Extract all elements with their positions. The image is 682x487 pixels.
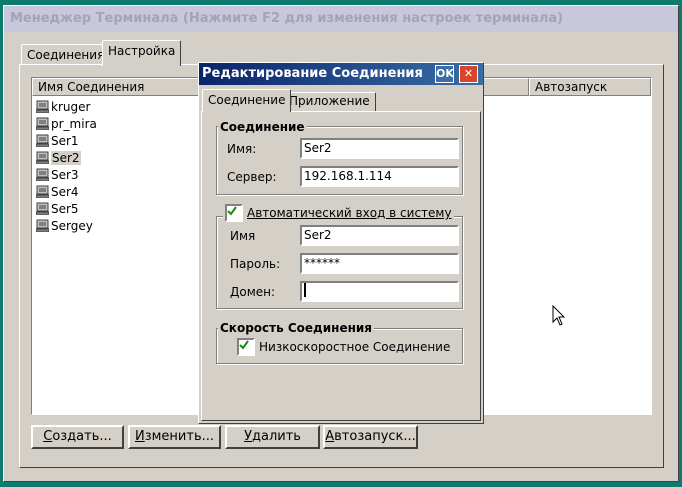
edit-connection-dialog: Редактирование Соединения OK ✕ Соединени… xyxy=(198,62,484,424)
list-item[interactable]: Ser5 xyxy=(35,201,196,218)
computer-icon xyxy=(35,134,50,148)
create-accel: С xyxy=(43,429,53,444)
list-item-label: Sergey xyxy=(51,219,93,233)
mouse-cursor-icon xyxy=(552,305,566,326)
connection-group-title: Соединение xyxy=(218,120,307,134)
tab-settings[interactable]: Настройка xyxy=(102,40,182,66)
list-item[interactable]: Ser1 xyxy=(35,133,196,150)
ok-button[interactable]: OK xyxy=(435,65,454,83)
domain-label: Домен: xyxy=(230,285,276,299)
low-speed-checkbox-row[interactable]: Низкоскоростное Соединение xyxy=(237,338,451,356)
tab-connection[interactable]: Соединение xyxy=(202,89,292,112)
window-title: Менеджер Терминала (Нажмите F2 для измен… xyxy=(4,6,678,32)
server-label: Сервер: xyxy=(227,170,277,184)
tab-label: Настройка xyxy=(108,44,176,58)
autostart-button[interactable]: Автозапуск... xyxy=(323,425,418,449)
tab-application[interactable]: Приложение xyxy=(283,92,376,111)
delete-label: далить xyxy=(251,429,301,444)
edit-button[interactable]: Изменить... xyxy=(128,425,221,449)
domain-input[interactable] xyxy=(300,281,459,302)
create-button[interactable]: Создать... xyxy=(31,425,124,449)
computer-icon xyxy=(35,219,50,233)
low-speed-checkbox-label: Низкоскоростное Соединение xyxy=(259,340,451,354)
password-input[interactable]: ****** xyxy=(300,253,459,274)
list-item-label: Ser3 xyxy=(51,168,79,182)
user-input[interactable]: Ser2 xyxy=(300,225,459,246)
edit-label: зменить... xyxy=(144,429,215,444)
tab-connections[interactable]: Соединения xyxy=(21,44,111,65)
list-item-label: Ser1 xyxy=(51,134,79,148)
list-item-selected[interactable]: Ser2 xyxy=(35,150,196,167)
name-input[interactable]: Ser2 xyxy=(300,138,459,159)
delete-accel: У xyxy=(244,429,252,444)
tab-label: Соединения xyxy=(27,48,105,62)
tab-label: Приложение xyxy=(289,94,370,108)
computer-icon xyxy=(35,151,50,165)
edit-accel: И xyxy=(134,429,145,444)
list-item-label: kruger xyxy=(51,100,91,114)
computer-icon xyxy=(35,168,50,182)
list-item[interactable]: Ser3 xyxy=(35,167,196,184)
autologin-checkbox-label: Автоматический вход в систему xyxy=(247,206,452,220)
list-item[interactable]: Sergey xyxy=(35,218,196,235)
computer-icon xyxy=(35,100,50,114)
list-item-label: Ser2 xyxy=(51,151,81,165)
computer-icon xyxy=(35,185,50,199)
list-item[interactable]: kruger xyxy=(35,99,196,116)
text-caret xyxy=(304,283,306,297)
dialog-title: Редактирование Соединения xyxy=(202,66,423,81)
list-item[interactable]: Ser4 xyxy=(35,184,196,201)
list-item-label: Ser4 xyxy=(51,185,79,199)
computer-icon xyxy=(35,117,50,131)
checkmark-icon xyxy=(239,340,249,350)
name-label: Имя: xyxy=(227,142,257,156)
tab-label: Соединение xyxy=(208,93,286,107)
column-header-autostart[interactable]: Автозапуск xyxy=(529,78,651,96)
password-label: Пароль: xyxy=(230,257,281,271)
computer-icon xyxy=(35,202,50,216)
close-button[interactable]: ✕ xyxy=(459,65,478,83)
low-speed-checkbox[interactable] xyxy=(237,338,255,356)
create-label: оздать... xyxy=(52,429,112,444)
user-label: Имя xyxy=(230,229,256,243)
server-input[interactable]: 192.168.1.114 xyxy=(300,166,459,187)
autostart-accel: А xyxy=(325,429,335,444)
list-item-label: Ser5 xyxy=(51,202,79,216)
autostart-label: втозапуск... xyxy=(334,429,416,444)
checkmark-icon xyxy=(227,206,237,216)
speed-group-title: Скорость Соединения xyxy=(218,321,374,335)
close-icon: ✕ xyxy=(463,67,474,80)
list-item[interactable]: pr_mira xyxy=(35,116,196,133)
delete-button[interactable]: Удалить xyxy=(225,425,320,449)
autologin-checkbox[interactable] xyxy=(225,204,243,222)
list-items: kruger pr_mira Ser1 Ser2 Ser3 Ser4 Ser5 … xyxy=(35,99,196,235)
list-item-label: pr_mira xyxy=(51,117,97,131)
autologin-checkbox-row[interactable]: Автоматический вход в систему xyxy=(223,204,454,222)
